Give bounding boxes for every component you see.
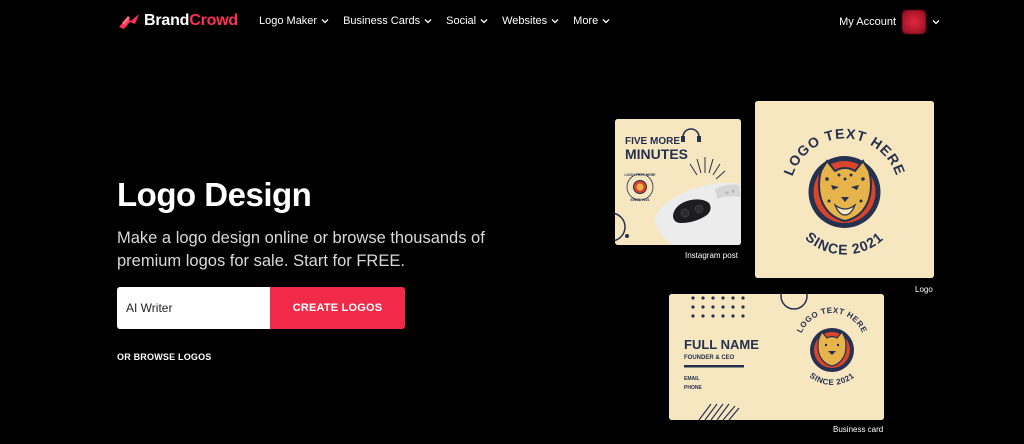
logo-search-form: CREATE LOGOS xyxy=(117,287,405,329)
logo-artwork: LOGO TEXT HERE SINCE 2021 xyxy=(755,101,934,278)
brand-name-part1: Brand xyxy=(144,12,190,29)
main-menu: Logo Maker Business Cards Social Website… xyxy=(259,15,610,27)
leopard-emblem xyxy=(808,156,881,228)
business-card-artwork: FULL NAME FOUNDER & CEO EMAIL PHONE LOGO… xyxy=(669,294,884,420)
menu-business-cards-label: Business Cards xyxy=(343,15,421,27)
create-logos-button[interactable]: CREATE LOGOS xyxy=(270,287,405,329)
my-account-menu[interactable]: My Account xyxy=(839,10,940,34)
chevron-down-icon xyxy=(932,20,940,25)
menu-logo-maker[interactable]: Logo Maker xyxy=(259,15,329,27)
menu-websites-label: Websites xyxy=(502,15,548,27)
top-navbar: BrandCrowd Logo Maker Business Cards Soc… xyxy=(0,0,1024,44)
card-role: FOUNDER & CEO xyxy=(684,355,735,361)
instagram-post-artwork: FIVE MORE MINUTES LOGO TEXT HERE SINCE 2… xyxy=(615,119,741,245)
menu-more-label: More xyxy=(573,15,599,27)
brand-name-part2: Crowd xyxy=(189,12,239,29)
menu-business-cards[interactable]: Business Cards xyxy=(343,15,432,27)
hero-subtitle: Make a logo design online or browse thou… xyxy=(117,229,485,270)
chevron-down-icon xyxy=(480,19,488,24)
brandcrowd-logo[interactable]: BrandCrowd xyxy=(118,12,238,30)
menu-logo-maker-label: Logo Maker xyxy=(259,15,318,27)
chevron-down-icon xyxy=(551,19,559,24)
my-account-label: My Account xyxy=(839,16,896,28)
business-card-preview[interactable]: FULL NAME FOUNDER & CEO EMAIL PHONE LOGO… xyxy=(669,294,884,420)
business-card-caption: Business card xyxy=(833,425,884,434)
card-email: EMAIL xyxy=(684,376,700,382)
brand-bird-icon xyxy=(119,14,139,29)
instagram-post-caption: Instagram post xyxy=(685,251,738,260)
avatar xyxy=(902,10,926,34)
page-title: Logo Design xyxy=(117,176,312,213)
chevron-down-icon xyxy=(602,19,610,24)
instagram-headline-2: MINUTES xyxy=(625,146,688,162)
brand-wordmark: BrandCrowd xyxy=(144,12,238,30)
menu-social[interactable]: Social xyxy=(446,15,488,27)
card-phone: PHONE xyxy=(684,385,702,391)
menu-social-label: Social xyxy=(446,15,477,27)
mini-badge-text-top: LOGO TEXT HERE xyxy=(625,173,657,177)
instagram-post-preview[interactable]: FIVE MORE MINUTES LOGO TEXT HERE SINCE 2… xyxy=(615,119,741,245)
logo-preview[interactable]: LOGO TEXT HERE SINCE 2021 xyxy=(755,101,934,278)
menu-websites[interactable]: Websites xyxy=(502,15,559,27)
browse-logos-link[interactable]: OR BROWSE LOGOS xyxy=(117,352,212,362)
menu-more[interactable]: More xyxy=(573,15,610,27)
card-leopard-emblem xyxy=(810,328,854,372)
logo-caption: Logo xyxy=(915,285,933,294)
business-name-input[interactable] xyxy=(117,287,270,329)
chevron-down-icon xyxy=(424,19,432,24)
mini-badge-text-bottom: SINCE 2021 xyxy=(630,198,650,202)
card-full-name: FULL NAME xyxy=(684,337,759,352)
chevron-down-icon xyxy=(321,19,329,24)
